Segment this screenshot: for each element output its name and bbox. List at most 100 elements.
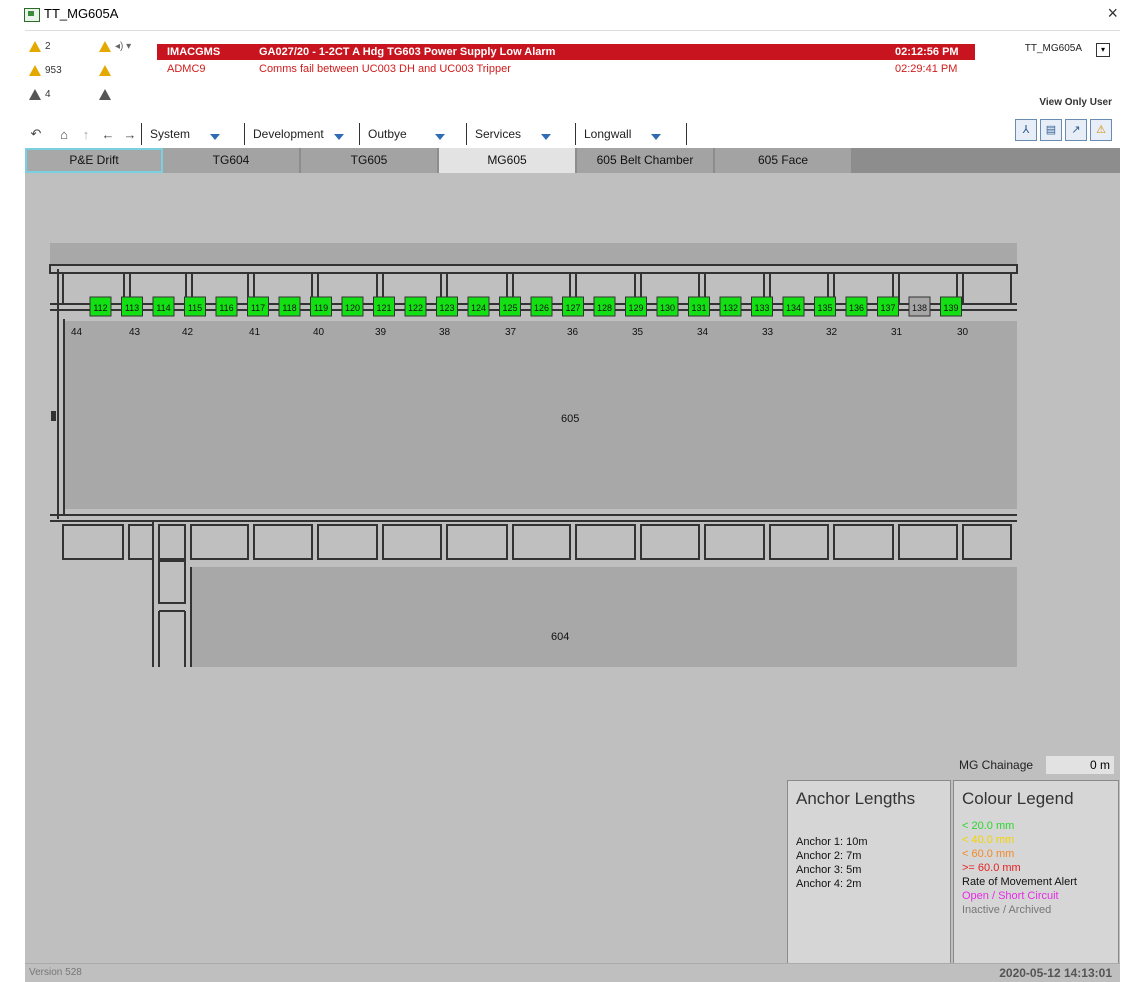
menu-longwall[interactable]: Longwall (575, 123, 687, 145)
sensor-label: 120 (345, 303, 360, 313)
cut-through-label: 31 (891, 327, 903, 338)
alarm-banner-row[interactable]: ADMC9 Comms fail between UC003 DH and UC… (157, 61, 975, 77)
alarm-count-active[interactable]: 953 (29, 65, 62, 76)
anchor-length-item: Anchor 1: 10m (796, 836, 868, 848)
report-icon[interactable]: ▤ (1040, 119, 1062, 141)
pillar (446, 524, 508, 560)
alarm-comment-button[interactable] (99, 65, 111, 76)
up-arrow-icon[interactable]: ↑ (75, 127, 97, 142)
anchor-lengths-title: Anchor Lengths (796, 789, 916, 808)
cut-through-label: 36 (567, 327, 579, 338)
sensor-label: 126 (534, 303, 549, 313)
sensor-label: 131 (691, 303, 706, 313)
sensor-label: 128 (597, 303, 612, 313)
sensor-label: 115 (188, 303, 202, 313)
pillar (704, 524, 765, 560)
cut-through-label: 30 (957, 327, 969, 338)
alarm-list-button[interactable] (99, 89, 111, 100)
pillar (62, 524, 124, 560)
sensor-label: 138 (912, 303, 927, 313)
pillar (962, 524, 1012, 560)
alarm-banner-row[interactable]: IMACGMS GA027/20 - 1-2CT A Hdg TG603 Pow… (157, 44, 975, 60)
menu-outbye[interactable]: Outbye (359, 123, 466, 145)
roadway-strip (50, 243, 1017, 265)
sensor-label: 125 (502, 303, 517, 313)
sensor-label: 133 (754, 303, 769, 313)
window-title: TT_MG605A (44, 6, 119, 21)
alarm-count-acknowledged[interactable]: 2 (29, 41, 51, 52)
menu-services[interactable]: Services (466, 123, 575, 145)
panel-label-604: 604 (551, 631, 569, 643)
colour-legend-list: < 20.0 mm < 40.0 mm < 60.0 mm >= 60.0 mm Rat… (954, 809, 1118, 917)
tab-tg605[interactable]: TG605 (301, 148, 439, 173)
mine-map-canvas: 112 113 114 115 116 117 118 119 120 121 122 123 124 1… (25, 173, 1120, 964)
chevron-down-icon (434, 134, 445, 140)
cut-through-label: 41 (249, 327, 261, 338)
colour-legend-title: Colour Legend (962, 789, 1074, 808)
warning-comment-icon (99, 65, 111, 76)
alarm-count-cleared[interactable]: 4 (29, 89, 51, 100)
sensor-label: 118 (282, 303, 296, 313)
legend-item: Rate of Movement Alert (962, 876, 1077, 888)
legend-item: < 40.0 mm (962, 834, 1015, 846)
sensor-label: 113 (125, 303, 139, 313)
header-toolbar: 2 ◂) ▾ 953 4 IMACGMS GA027/20 - 1-2CT A … (25, 30, 1120, 149)
anchor-length-item: Anchor 2: 7m (796, 850, 862, 862)
menu-label: Longwall (584, 127, 632, 141)
cut-through-label: 33 (762, 327, 774, 338)
cut-through-label: 32 (826, 327, 838, 338)
sensor-label: 127 (565, 303, 580, 313)
back-arrow-icon[interactable]: ← (97, 127, 119, 142)
alarm-sound-toggle[interactable]: ◂) ▾ (99, 41, 131, 52)
warning-icon (29, 65, 41, 76)
alarm-count-value: 4 (45, 89, 51, 100)
menu-label: Services (475, 127, 522, 141)
alarm-warning-icon[interactable]: ⚠ (1090, 119, 1112, 141)
roadway-stub (51, 411, 56, 421)
pillar (640, 524, 700, 560)
sensor-label: 114 (156, 303, 170, 313)
sensor-label: 132 (723, 303, 738, 313)
chevron-down-icon (651, 134, 662, 140)
chevron-down-icon (210, 134, 221, 140)
cut-through-label: 37 (505, 327, 517, 338)
close-icon[interactable]: × (1107, 3, 1118, 24)
cut-through-label: 44 (71, 327, 83, 338)
menu-system[interactable]: System (141, 123, 244, 145)
sensor-label: 129 (628, 303, 643, 313)
alarm-source: ADMC9 (167, 63, 206, 75)
sensor-label: 112 (93, 303, 107, 313)
tab-tg604[interactable]: TG604 (163, 148, 301, 173)
tab-pe-drift[interactable]: P&E Drift (25, 148, 163, 173)
tab-mg605[interactable]: MG605 (439, 148, 577, 173)
tab-605-face[interactable]: 605 Face (715, 148, 853, 173)
cut-through-label: 42 (182, 327, 194, 338)
legend-item: < 60.0 mm (962, 848, 1015, 860)
status-bar: Version 528 2020-05-12 14:13:01 (25, 963, 1120, 982)
undo-icon[interactable]: ↶ (25, 126, 47, 142)
colour-legend-panel: Colour Legend < 20.0 mm < 40.0 mm < 60.0 m… (953, 780, 1119, 964)
network-icon[interactable]: ⅄ (1015, 119, 1037, 141)
pillar (769, 524, 829, 560)
tab-605-belt-chamber[interactable]: 605 Belt Chamber (577, 148, 715, 173)
area-tab-bar: P&E Drift TG604 TG605 MG605 605 Belt Cha… (25, 148, 1120, 173)
menu-development[interactable]: Development (244, 123, 359, 145)
cut-through-label: 43 (129, 327, 141, 338)
forward-arrow-icon[interactable]: → (119, 127, 141, 142)
alarm-list-icon (99, 89, 111, 100)
pillar (190, 524, 249, 560)
alarm-time: 02:12:56 PM (895, 46, 959, 58)
sensor-label: 116 (219, 303, 233, 313)
alarm-message: GA027/20 - 1-2CT A Hdg TG603 Power Suppl… (259, 46, 556, 58)
sensor-label: 119 (314, 303, 328, 313)
trend-icon[interactable]: ↗ (1065, 119, 1087, 141)
alarm-cleared-icon (29, 89, 41, 100)
home-icon[interactable]: ⌂ (53, 127, 75, 142)
menu-label: Development (253, 127, 324, 141)
pillar (575, 524, 636, 560)
sensor-label: 121 (376, 303, 391, 313)
station-name: TT_MG605A (1024, 43, 1082, 54)
sensor-label: 117 (251, 303, 265, 313)
navigation-bar: ↶ ⌂ ↑ ← → System Development Outbye Serv… (25, 121, 687, 147)
station-dropdown-icon[interactable]: ▾ (1096, 43, 1110, 57)
